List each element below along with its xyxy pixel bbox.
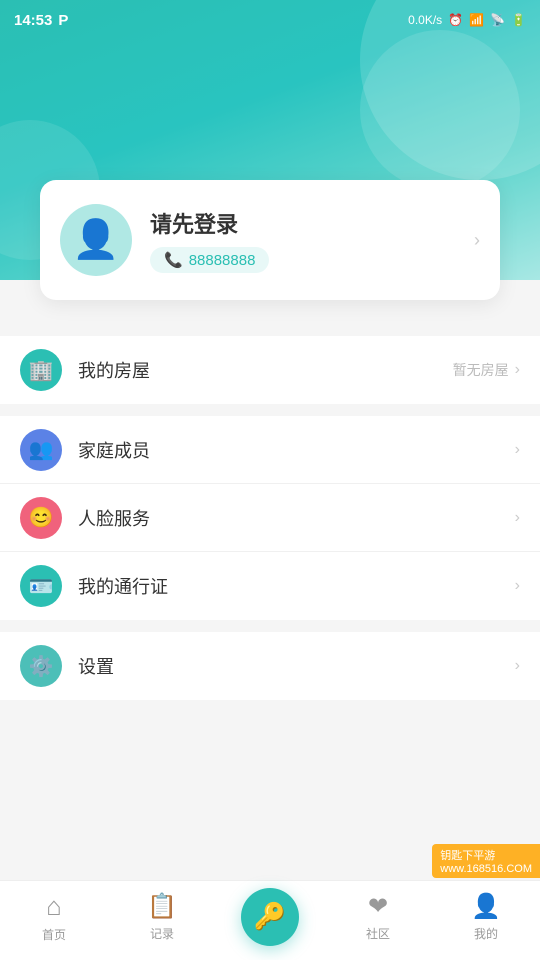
profile-nav-icon: 👤 <box>471 892 501 921</box>
status-right: 0.0K/s ⏰ 📶 📡 🔋 <box>408 13 526 27</box>
menu-section-house: 🏢 我的房屋 暂无房屋 › <box>0 336 540 404</box>
settings-label: 设置 <box>78 653 515 679</box>
family-icon-wrap: 👥 <box>20 429 62 471</box>
lock-nav-icon: 🔑 <box>254 901 286 932</box>
community-nav-label: 社区 <box>366 925 390 942</box>
nav-item-records[interactable]: 📋 记录 <box>108 892 216 950</box>
menu-item-family[interactable]: 👥 家庭成员 › <box>0 416 540 484</box>
alarm-icon: ⏰ <box>448 13 463 27</box>
profile-arrow-icon: › <box>474 230 480 251</box>
deco-circle-2 <box>360 30 520 190</box>
records-nav-label: 记录 <box>150 925 174 942</box>
watermark-text: 钥匙下平游www.168516.COM <box>440 850 532 875</box>
bottom-nav: ⌂ 首页 📋 记录 🔑 ❤ 社区 👤 我的 <box>0 880 540 960</box>
face-label: 人脸服务 <box>78 505 515 531</box>
settings-arrow-icon: › <box>515 657 520 675</box>
nav-item-community[interactable]: ❤ 社区 <box>324 892 432 950</box>
status-bar: 14:53 P 0.0K/s ⏰ 📶 📡 🔋 <box>0 0 540 40</box>
community-nav-icon: ❤ <box>368 892 388 921</box>
status-time: 14:53 <box>14 12 52 29</box>
my-house-status: 暂无房屋 <box>453 360 509 380</box>
profile-info: 请先登录 📞 88888888 <box>150 207 464 273</box>
family-icon: 👥 <box>29 437 54 462</box>
face-arrow-icon: › <box>515 509 520 527</box>
phone-number: 88888888 <box>189 252 256 269</box>
profile-nav-label: 我的 <box>474 925 498 942</box>
nav-item-profile[interactable]: 👤 我的 <box>432 892 540 950</box>
wifi-icon: 📡 <box>490 13 505 27</box>
status-speed: 0.0K/s <box>408 13 442 27</box>
records-nav-icon: 📋 <box>147 892 177 921</box>
nav-item-home[interactable]: ⌂ 首页 <box>0 891 108 951</box>
status-parking: P <box>58 12 68 29</box>
settings-icon-wrap: ⚙️ <box>20 645 62 687</box>
family-label: 家庭成员 <box>78 437 515 463</box>
my-house-icon: 🏢 <box>29 358 54 383</box>
watermark: 钥匙下平游www.168516.COM <box>432 844 540 878</box>
avatar: 👤 <box>60 204 132 276</box>
profile-card[interactable]: 👤 请先登录 📞 88888888 › <box>40 180 500 300</box>
menu-item-settings[interactable]: ⚙️ 设置 › <box>0 632 540 700</box>
main-content: 🏢 我的房屋 暂无房屋 › 👥 家庭成员 › 😊 人脸服务 › 🪪 我 <box>0 320 540 880</box>
status-left: 14:53 P <box>14 12 68 29</box>
home-nav-label: 首页 <box>42 926 66 943</box>
login-prompt: 请先登录 <box>150 207 464 239</box>
menu-item-face[interactable]: 😊 人脸服务 › <box>0 484 540 552</box>
menu-item-pass[interactable]: 🪪 我的通行证 › <box>0 552 540 620</box>
menu-item-my-house[interactable]: 🏢 我的房屋 暂无房屋 › <box>0 336 540 404</box>
signal-icon: 📶 <box>469 13 484 27</box>
nav-center: 🔑 <box>216 888 324 954</box>
menu-section-services: 👥 家庭成员 › 😊 人脸服务 › 🪪 我的通行证 › <box>0 416 540 620</box>
menu-section-settings: ⚙️ 设置 › <box>0 632 540 700</box>
pass-icon-wrap: 🪪 <box>20 565 62 607</box>
my-house-arrow-icon: › <box>515 361 520 379</box>
avatar-icon: 👤 <box>72 218 119 262</box>
face-service-icon: 😊 <box>29 505 54 530</box>
phone-icon: 📞 <box>164 251 183 269</box>
pass-arrow-icon: › <box>515 577 520 595</box>
home-nav-icon: ⌂ <box>46 891 62 922</box>
pass-label: 我的通行证 <box>78 573 515 599</box>
pass-icon: 🪪 <box>29 574 54 599</box>
battery-icon: 🔋 <box>511 13 526 27</box>
my-house-icon-wrap: 🏢 <box>20 349 62 391</box>
nav-center-button[interactable]: 🔑 <box>241 888 299 946</box>
profile-phone: 📞 88888888 <box>150 247 269 273</box>
my-house-label: 我的房屋 <box>78 357 453 383</box>
face-icon-wrap: 😊 <box>20 497 62 539</box>
settings-gear-icon: ⚙️ <box>29 654 54 679</box>
family-arrow-icon: › <box>515 441 520 459</box>
